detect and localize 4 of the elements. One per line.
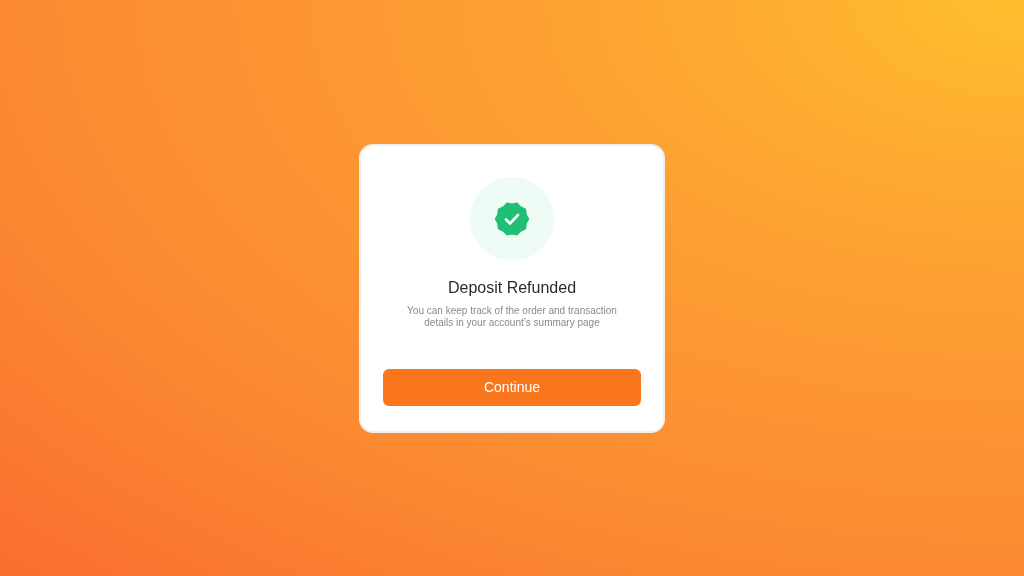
dialog-title: Deposit Refunded: [447, 277, 577, 298]
continue-button[interactable]: Continue: [383, 368, 641, 406]
dialog-message: You can keep track of the order and transaction details in your account’s summary page: [406, 304, 618, 329]
check-badge-icon: [495, 201, 529, 236]
